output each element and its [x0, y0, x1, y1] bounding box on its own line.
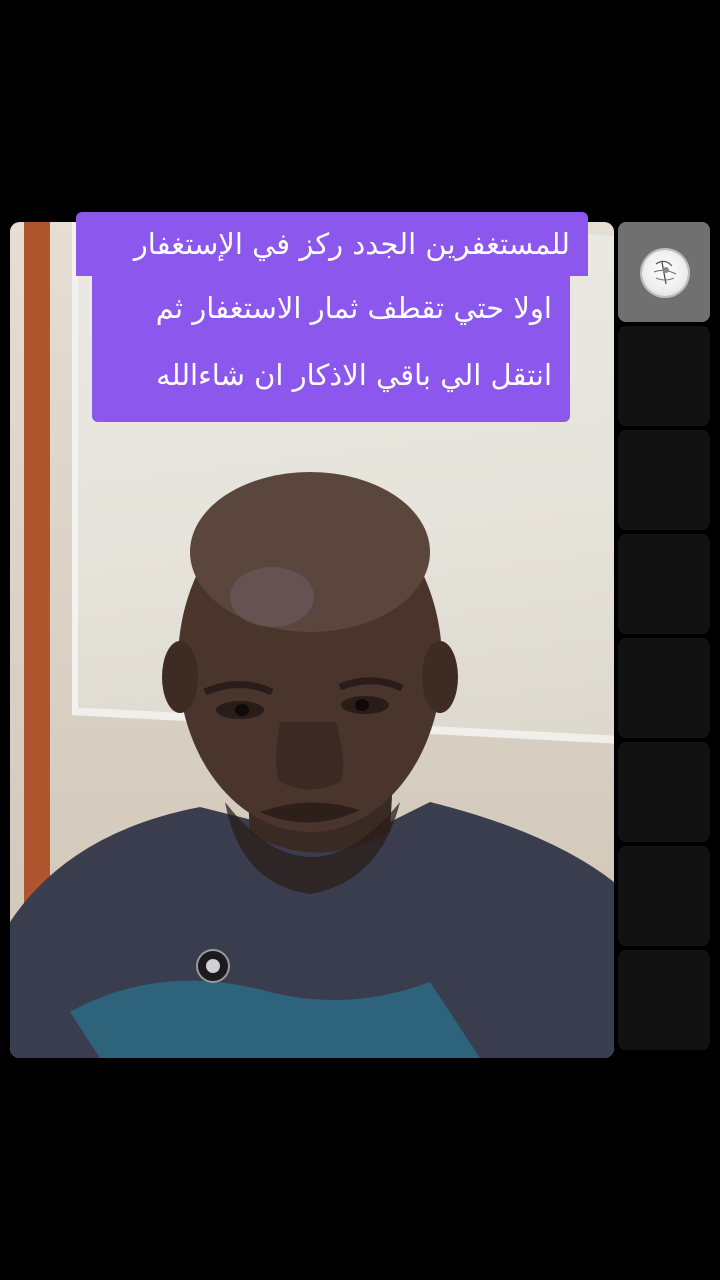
participant-tile-empty[interactable]	[618, 534, 710, 634]
caption-line-3: انتقل الي باقي الاذكار ان شاءالله	[92, 340, 570, 422]
participant-tile-empty[interactable]	[618, 742, 710, 842]
participant-tile-empty[interactable]	[618, 326, 710, 426]
live-stream-screen: للمستغفرين الجدد ركز في الإستغفار اولا ح…	[0, 0, 720, 1280]
participant-tile-empty[interactable]	[618, 430, 710, 530]
subtitle-caption: للمستغفرين الجدد ركز في الإستغفار اولا ح…	[76, 212, 588, 422]
caption-line-2: اولا حتي تقطف ثمار الاستغفار ثم	[92, 276, 570, 340]
participant-tile-strip	[618, 222, 710, 1054]
participant-tile-empty[interactable]	[618, 950, 710, 1050]
participant-tile-empty[interactable]	[618, 846, 710, 946]
profile-avatar-icon	[642, 250, 688, 296]
participant-tile-empty[interactable]	[618, 638, 710, 738]
caption-line-1: للمستغفرين الجدد ركز في الإستغفار	[76, 212, 588, 276]
participant-tile-active[interactable]	[618, 222, 710, 322]
